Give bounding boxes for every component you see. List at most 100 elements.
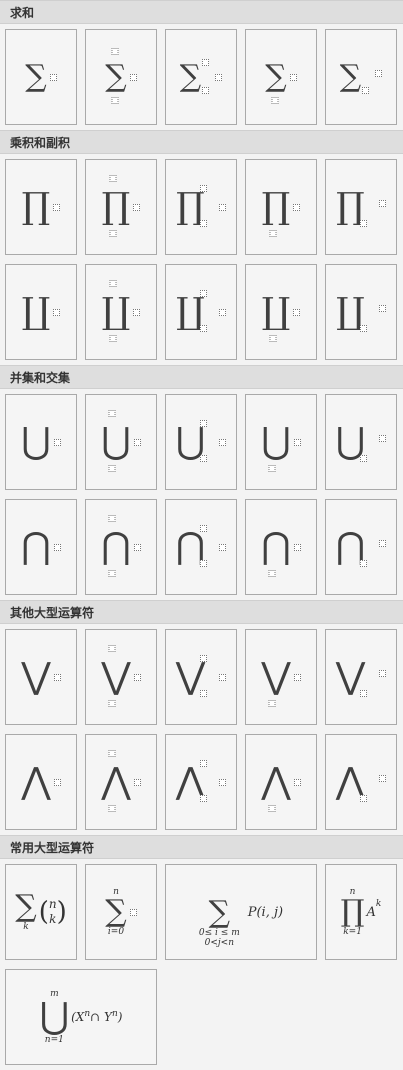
prod-basic-button[interactable]: ∏ xyxy=(5,159,77,255)
placeholder-box xyxy=(375,69,383,77)
placeholder-box xyxy=(53,308,61,316)
placeholder-sub xyxy=(199,560,207,567)
prod-subsup-button[interactable]: ∏ xyxy=(165,159,237,255)
union-symbol: ⋃ xyxy=(39,996,70,1037)
common-prod-k1-n-button[interactable]: n ∏ k=1 Ak xyxy=(325,864,397,960)
placeholder-sub xyxy=(359,690,367,697)
placeholder-sub xyxy=(360,220,368,227)
union-lower-limit-button[interactable]: ⋃ xyxy=(245,394,317,490)
sum-limits-button[interactable]: ∑ xyxy=(85,29,157,125)
coprod-lower-limit-button[interactable]: ∐ xyxy=(245,264,317,360)
and-lower-limit-button[interactable]: ⋀ xyxy=(245,734,317,830)
intersect-subsup-button[interactable]: ⋂ xyxy=(165,499,237,595)
section-header-union: 并集和交集 xyxy=(0,365,403,389)
placeholder-sub xyxy=(359,795,367,802)
placeholder-box xyxy=(53,438,61,446)
prod-symbol: ∏ xyxy=(21,186,51,227)
intersect-sub-button[interactable]: ⋂ xyxy=(325,499,397,595)
prod-limits-button[interactable]: ∏ xyxy=(85,159,157,255)
placeholder-sub xyxy=(359,455,367,462)
placeholder-box xyxy=(379,774,387,782)
logical-and-symbol: ⋀ xyxy=(261,761,291,802)
intersect-basic-button[interactable]: ⋂ xyxy=(5,499,77,595)
other-grid: ⋁ ⋁ ⋁ ⋁ ⋁ ⋀ ⋀ ⋀ ⋀ ⋀ xyxy=(0,624,403,835)
placeholder-box xyxy=(53,203,61,211)
coprod-limits-button[interactable]: ∐ xyxy=(85,264,157,360)
prod-symbol: ∏ xyxy=(101,186,131,227)
and-sub-button[interactable]: ⋀ xyxy=(325,734,397,830)
or-limits-button[interactable]: ⋁ xyxy=(85,629,157,725)
placeholder-box xyxy=(133,778,141,786)
placeholder-box xyxy=(129,908,137,916)
common-sum-binomial-button[interactable]: ∑ k ( n k ) xyxy=(5,864,77,960)
placeholder-box xyxy=(379,434,387,442)
right-paren: ) xyxy=(56,897,67,927)
or-basic-button[interactable]: ⋁ xyxy=(5,629,77,725)
placeholder-box xyxy=(133,438,141,446)
placeholder-box xyxy=(133,543,141,551)
placeholder-sub xyxy=(199,690,207,697)
left-paren: ( xyxy=(38,897,49,927)
placeholder-sup xyxy=(200,185,208,192)
sum-lower-limit-button[interactable]: ∑ xyxy=(245,29,317,125)
placeholder-box xyxy=(293,673,301,681)
lower-limit: i=0 xyxy=(107,927,125,937)
and-basic-button[interactable]: ⋀ xyxy=(5,734,77,830)
logical-or-symbol: ⋁ xyxy=(21,656,51,697)
intersect-symbol: ⋂ xyxy=(261,526,291,567)
coprod-symbol: ∐ xyxy=(101,291,131,332)
common-grid: ∑ k ( n k ) n ∑ i=0 ∑ 0≤ i ≤ m 0<j<n P(i… xyxy=(0,859,403,1070)
union-sub-button[interactable]: ⋃ xyxy=(325,394,397,490)
or-lower-limit-button[interactable]: ⋁ xyxy=(245,629,317,725)
union-subsup-button[interactable]: ⋃ xyxy=(165,394,237,490)
placeholder-box xyxy=(378,199,386,207)
placeholder-sub xyxy=(199,795,207,802)
placeholder-sup xyxy=(200,290,208,297)
placeholder-box xyxy=(379,539,387,547)
coprod-subsup-button[interactable]: ∐ xyxy=(165,264,237,360)
placeholder-box xyxy=(129,73,137,81)
placeholder-box xyxy=(218,308,226,316)
or-sub-button[interactable]: ⋁ xyxy=(325,629,397,725)
union-expression-close: ) xyxy=(117,1010,123,1024)
placeholder-sup xyxy=(199,655,207,662)
coprod-symbol: ∐ xyxy=(261,291,291,332)
logical-or-symbol: ⋁ xyxy=(101,656,131,697)
and-subsup-button[interactable]: ⋀ xyxy=(165,734,237,830)
factor: A xyxy=(366,904,376,920)
common-union-n1-m-button[interactable]: m ⋃ n=1 (X n ∩ Yn) xyxy=(5,969,157,1065)
placeholder-box xyxy=(53,778,61,786)
prod-sub-button[interactable]: ∏ xyxy=(325,159,397,255)
placeholder-box xyxy=(219,438,227,446)
common-sum-double-condition-button[interactable]: ∑ 0≤ i ≤ m 0<j<n P(i, j) xyxy=(165,864,317,960)
placeholder-lower xyxy=(108,805,116,812)
union-symbol: ⋃ xyxy=(21,421,51,462)
intersect-symbol: ⋂ xyxy=(21,526,51,567)
common-sum-i0-n-button[interactable]: n ∑ i=0 xyxy=(85,864,157,960)
prod-symbol: ∏ xyxy=(340,894,365,929)
placeholder-box xyxy=(218,203,226,211)
coprod-basic-button[interactable]: ∐ xyxy=(5,264,77,360)
placeholder-lower xyxy=(108,700,116,707)
placeholder-box xyxy=(215,73,223,81)
placeholder-upper xyxy=(111,48,119,55)
placeholder-lower xyxy=(268,570,276,577)
sum-basic-button[interactable]: ∑ xyxy=(5,29,77,125)
intersect-lower-limit-button[interactable]: ⋂ xyxy=(245,499,317,595)
placeholder-box xyxy=(133,203,141,211)
coprod-sub-button[interactable]: ∐ xyxy=(325,264,397,360)
placeholder-box xyxy=(53,543,61,551)
union-basic-button[interactable]: ⋃ xyxy=(5,394,77,490)
and-limits-button[interactable]: ⋀ xyxy=(85,734,157,830)
logical-and-symbol: ⋀ xyxy=(101,761,131,802)
prod-lower-limit-button[interactable]: ∏ xyxy=(245,159,317,255)
intersect-limits-button[interactable]: ⋂ xyxy=(85,499,157,595)
sum-symbol: ∑ xyxy=(265,59,287,94)
intersect-symbol: ⋂ xyxy=(101,526,131,567)
sum-subsup-button[interactable]: ∑ xyxy=(165,29,237,125)
union-limits-button[interactable]: ⋃ xyxy=(85,394,157,490)
or-subsup-button[interactable]: ⋁ xyxy=(165,629,237,725)
placeholder-box xyxy=(289,73,297,81)
placeholder-box xyxy=(378,304,386,312)
sum-sub-button[interactable]: ∑ xyxy=(325,29,397,125)
